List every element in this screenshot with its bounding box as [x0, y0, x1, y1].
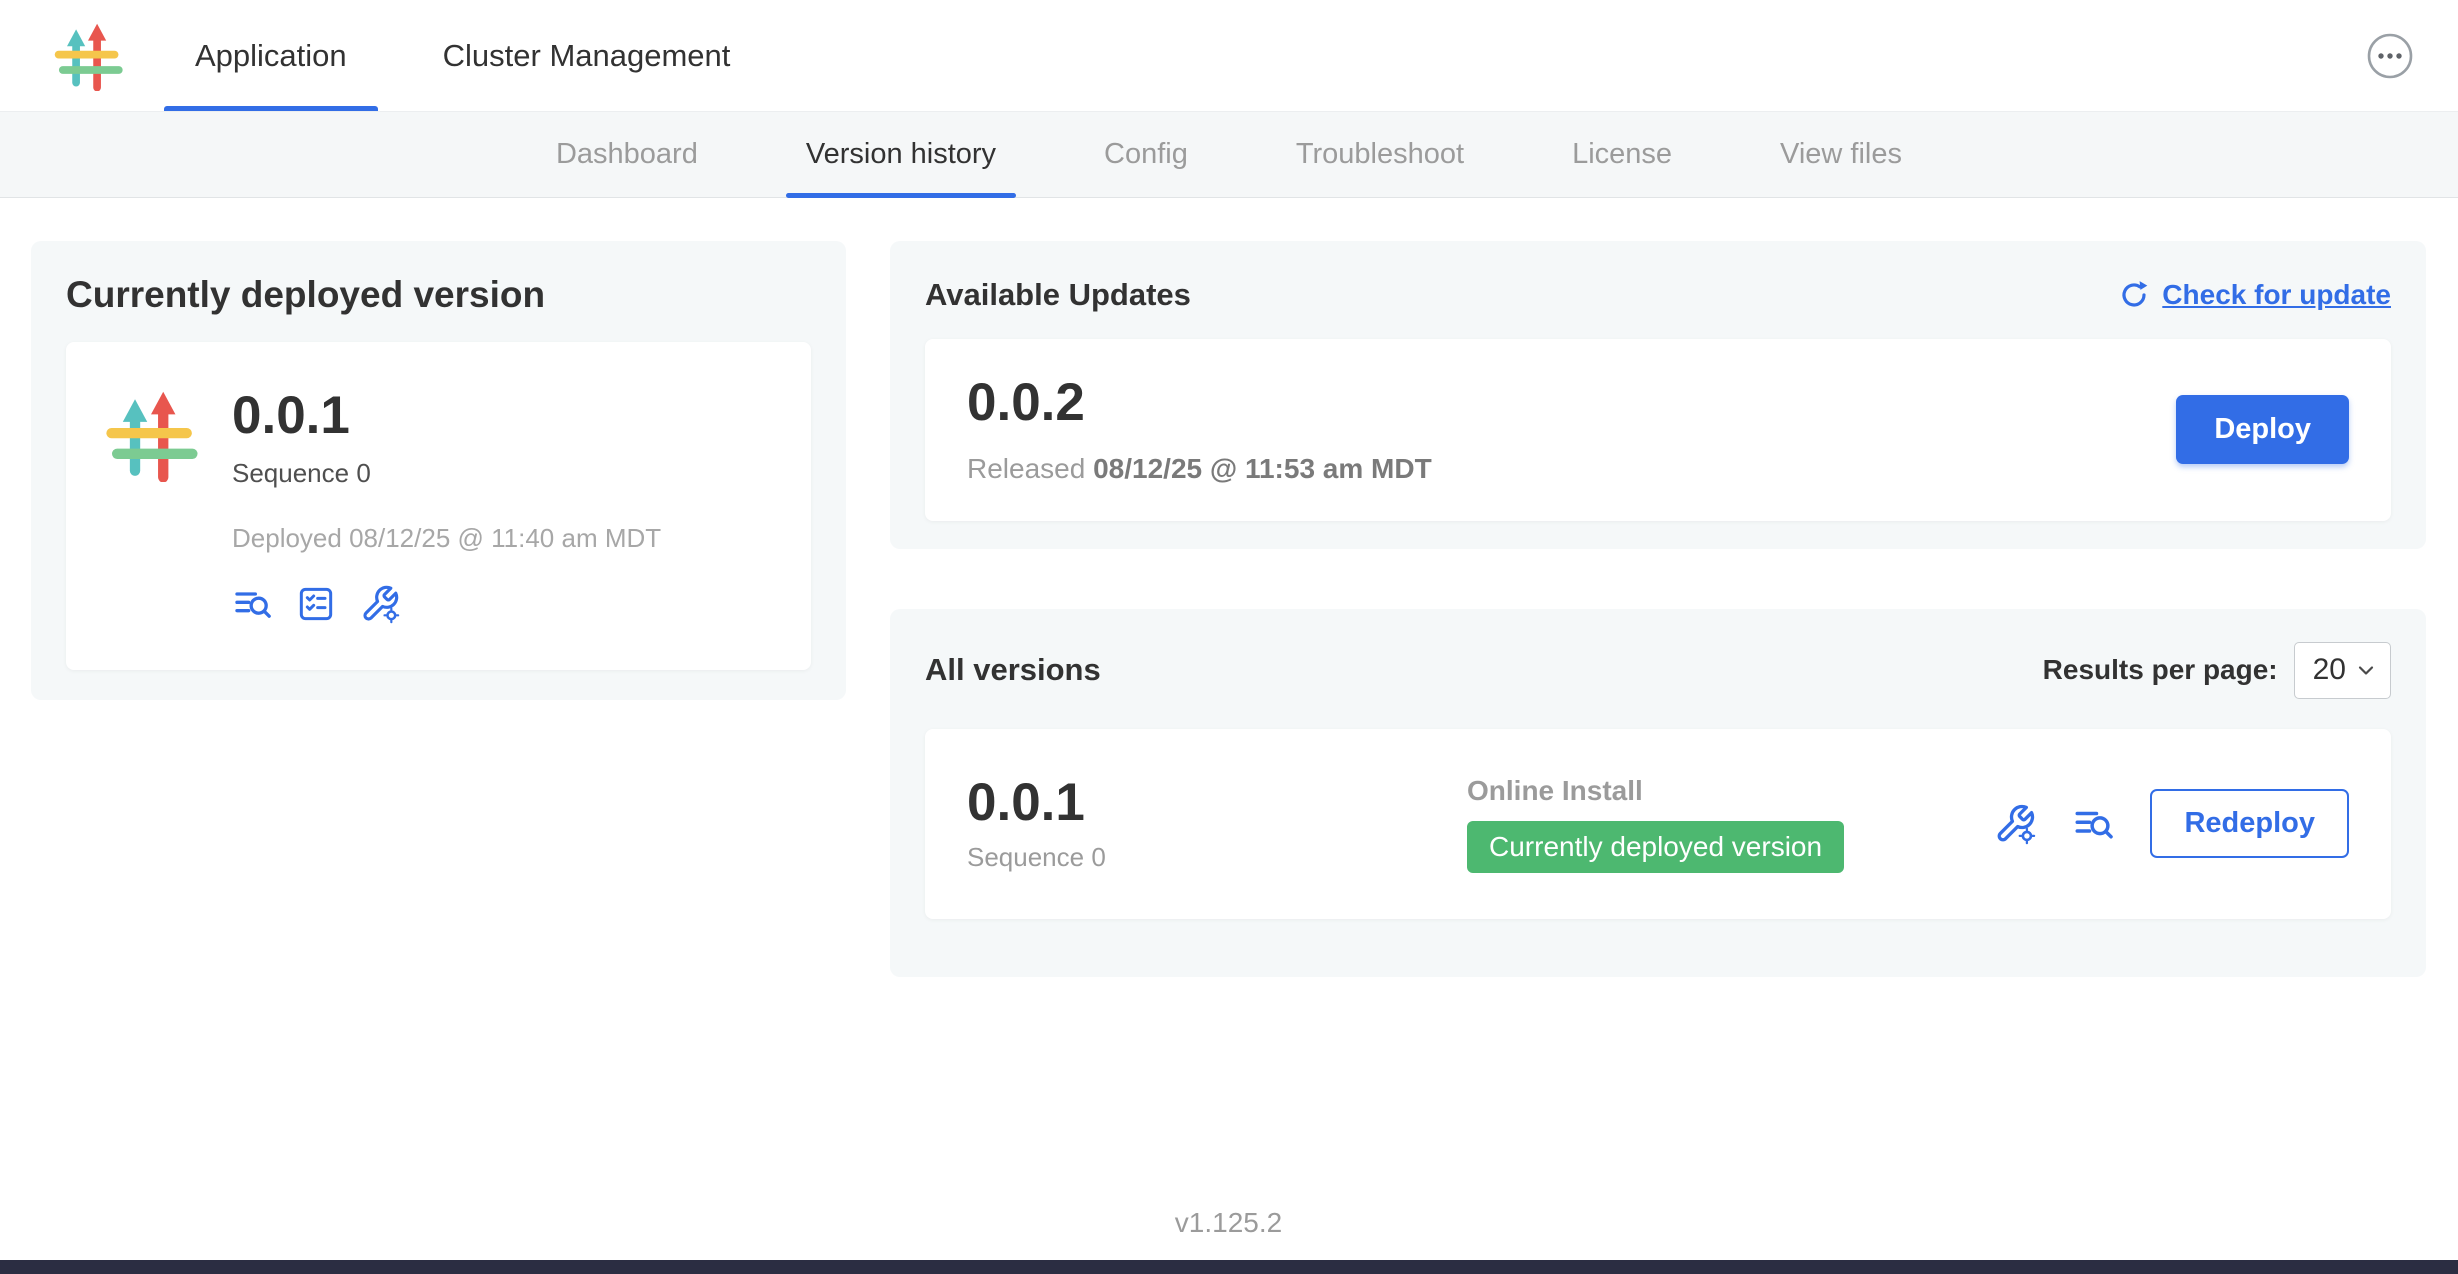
main-content: Currently deployed version 0.0.1 Sequenc…: [0, 198, 2458, 1239]
subnav-tab-config[interactable]: Config: [1084, 112, 1208, 197]
all-versions-card: All versions Results per page: 20 0.0: [890, 609, 2426, 978]
check-for-update-label: Check for update: [2162, 279, 2391, 311]
diff-icon: [232, 584, 272, 624]
refresh-icon: [2118, 279, 2150, 311]
update-version-number: 0.0.2: [967, 375, 1432, 431]
view-diff-button[interactable]: [232, 584, 272, 624]
deployed-version-card: 0.0.1 Sequence 0 Deployed 08/12/25 @ 11:…: [66, 342, 811, 670]
row-edit-config-button[interactable]: [1994, 803, 2036, 845]
top-tabs: Application Cluster Management: [164, 0, 795, 111]
row-version-number: 0.0.1: [967, 775, 1467, 831]
footer: v1.125.2: [31, 1207, 2426, 1239]
version-history-columns: Currently deployed version 0.0.1 Sequenc…: [31, 241, 2426, 977]
results-per-page-label: Results per page:: [2043, 654, 2278, 686]
app-subnav: Dashboard Version history Config Trouble…: [0, 111, 2458, 198]
deployed-timestamp: Deployed 08/12/25 @ 11:40 am MDT: [232, 523, 661, 554]
config-wrench-icon: [360, 584, 400, 624]
results-per-page-select[interactable]: 20: [2294, 642, 2391, 699]
tab-cluster-management[interactable]: Cluster Management: [412, 0, 762, 111]
version-row: 0.0.1 Sequence 0 Online Install Currentl…: [925, 729, 2391, 920]
preflight-checks-button[interactable]: [296, 584, 336, 624]
subnav-tab-dashboard[interactable]: Dashboard: [536, 112, 718, 197]
deployed-version-info: 0.0.1 Sequence 0 Deployed 08/12/25 @ 11:…: [232, 388, 661, 624]
more-options-icon: [2366, 32, 2414, 80]
available-updates-card: Available Updates Check for update 0.0.2…: [890, 241, 2426, 549]
currently-deployed-card: Currently deployed version 0.0.1 Sequenc…: [31, 241, 846, 700]
deployed-card-title: Currently deployed version: [66, 274, 811, 316]
right-column: Available Updates Check for update 0.0.2…: [890, 241, 2426, 977]
bottom-bar: [0, 1260, 2458, 1274]
available-updates-header: Available Updates Check for update: [925, 277, 2391, 313]
app-icon: [104, 388, 198, 482]
subnav-tab-license[interactable]: License: [1552, 112, 1692, 197]
install-type-label: Online Install: [1467, 775, 1994, 807]
update-released-timestamp: Released 08/12/25 @ 11:53 am MDT: [967, 453, 1432, 485]
version-row-info: 0.0.1 Sequence 0: [967, 775, 1467, 874]
diff-icon: [2072, 803, 2114, 845]
version-row-status: Online Install Currently deployed versio…: [1467, 775, 1994, 873]
available-update-row: 0.0.2 Released 08/12/25 @ 11:53 am MDT D…: [925, 339, 2391, 521]
preflight-checklist-icon: [296, 584, 336, 624]
config-wrench-icon: [1994, 803, 2036, 845]
subnav-tab-view-files[interactable]: View files: [1760, 112, 1922, 197]
console-version: v1.125.2: [1175, 1207, 1282, 1238]
deployed-version-number: 0.0.1: [232, 388, 661, 444]
edit-config-button[interactable]: [360, 584, 400, 624]
row-sequence: Sequence 0: [967, 842, 1467, 873]
available-updates-title: Available Updates: [925, 277, 1191, 313]
results-per-page: Results per page: 20: [2043, 642, 2391, 699]
top-navbar: Application Cluster Management: [0, 0, 2458, 111]
redeploy-button[interactable]: Redeploy: [2150, 789, 2349, 858]
released-value: 08/12/25 @ 11:53 am MDT: [1093, 453, 1432, 484]
update-info: 0.0.2 Released 08/12/25 @ 11:53 am MDT: [967, 375, 1432, 485]
version-row-actions: Redeploy: [1994, 789, 2349, 858]
more-options-button[interactable]: [2366, 32, 2414, 80]
deploy-button[interactable]: Deploy: [2176, 395, 2349, 464]
chevron-down-icon: [2354, 658, 2378, 682]
subnav-tab-version-history[interactable]: Version history: [786, 112, 1016, 197]
deployed-timestamp-prefix: Deployed: [232, 523, 349, 553]
deployed-timestamp-value: 08/12/25 @ 11:40 am MDT: [349, 523, 661, 553]
all-versions-header: All versions Results per page: 20: [925, 642, 2391, 699]
app-logo: [53, 21, 123, 91]
all-versions-title: All versions: [925, 652, 1101, 688]
row-view-diff-button[interactable]: [2072, 803, 2114, 845]
deployed-actions: [232, 584, 661, 624]
deployed-sequence: Sequence 0: [232, 458, 661, 489]
released-prefix: Released: [967, 453, 1093, 484]
tab-application[interactable]: Application: [164, 0, 378, 111]
subnav-tab-troubleshoot[interactable]: Troubleshoot: [1276, 112, 1484, 197]
currently-deployed-badge: Currently deployed version: [1467, 821, 1844, 873]
results-per-page-value: 20: [2313, 653, 2346, 687]
check-for-update-link[interactable]: Check for update: [2118, 279, 2391, 311]
